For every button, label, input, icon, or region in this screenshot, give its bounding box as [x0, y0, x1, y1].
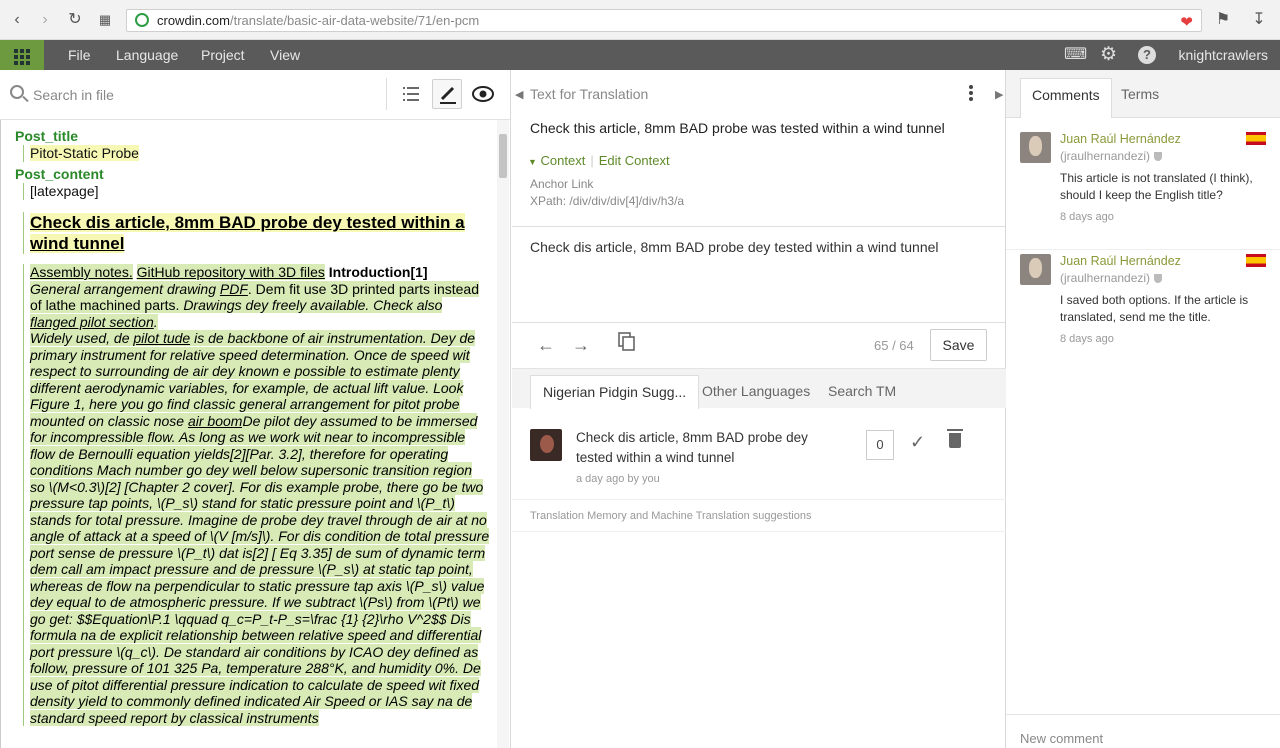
- more-options-icon[interactable]: [968, 84, 974, 102]
- flanged-link[interactable]: flanged pilot section: [30, 313, 154, 330]
- string-key: Post_title: [15, 128, 79, 144]
- tab-other-languages[interactable]: Other Languages: [690, 375, 822, 409]
- comment-tabs: Comments Terms: [1006, 70, 1280, 118]
- comment-username: (jraulhernandezi): [1060, 149, 1163, 163]
- download-icon[interactable]: ↧: [1250, 11, 1268, 29]
- new-comment-input[interactable]: New comment: [1006, 714, 1280, 748]
- next-arrow-icon[interactable]: →: [572, 335, 590, 356]
- flag-extension-icon[interactable]: ⚑: [1214, 11, 1232, 29]
- menu-file[interactable]: File: [68, 40, 91, 70]
- suggestion-text: Check dis article, 8mm BAD probe dey tes…: [576, 430, 808, 465]
- source-text: Check this article, 8mm BAD probe was te…: [530, 120, 945, 136]
- collapse-right-icon[interactable]: ▶: [995, 88, 1003, 101]
- file-toolbar: [0, 70, 510, 120]
- previous-arrow-icon[interactable]: ←: [537, 335, 555, 356]
- shield-icon: [1154, 274, 1163, 283]
- collapse-left-icon[interactable]: ◀: [515, 88, 523, 101]
- context-links: ▼ Context | Edit Context: [528, 153, 670, 168]
- app-menubar: File Language Project View ⌨ ⚙ ? knightc…: [0, 40, 1280, 70]
- browser-toolbar: ‹ › ↻ ▦ crowdin.com/translate/basic-air-…: [0, 0, 1280, 40]
- assembly-notes-link[interactable]: Assembly notes.: [30, 264, 133, 280]
- file-editor: Post_title Pitot-Static Probe Post_conte…: [0, 120, 496, 748]
- source-file-panel: Post_title Pitot-Static Probe Post_conte…: [0, 70, 511, 748]
- avatar: [1020, 254, 1051, 285]
- string-value[interactable]: Pitot-Static Probe: [23, 145, 490, 162]
- copy-source-icon[interactable]: [618, 332, 635, 351]
- tab-terms[interactable]: Terms: [1110, 78, 1170, 118]
- trash-icon[interactable]: [947, 429, 963, 448]
- context-toggle[interactable]: Context: [541, 153, 586, 168]
- avatar: [1020, 132, 1051, 163]
- app-grid-icon[interactable]: [0, 40, 44, 70]
- back-icon[interactable]: ‹: [8, 11, 26, 29]
- tab-comments[interactable]: Comments: [1020, 78, 1112, 118]
- username[interactable]: knightcrawlers: [1179, 40, 1268, 70]
- shield-icon: [1154, 152, 1163, 161]
- spain-flag-icon: [1246, 132, 1266, 145]
- list-view-icon[interactable]: [396, 79, 426, 109]
- string-key: Post_content: [15, 166, 104, 182]
- url-domain: crowdin.com: [157, 13, 230, 28]
- edit-mode-icon[interactable]: [432, 79, 462, 109]
- edit-context-link[interactable]: Edit Context: [599, 153, 670, 168]
- tab-search-tm[interactable]: Search TM: [816, 375, 908, 409]
- save-button[interactable]: Save: [930, 329, 987, 361]
- suggestion-tabs: Nigerian Pidgin Sugg... Other Languages …: [512, 368, 1006, 409]
- source-label: Text for Translation: [530, 86, 649, 102]
- context-details: Anchor Link XPath: /div/div/div[4]/div/h…: [530, 177, 685, 208]
- help-icon[interactable]: ?: [1138, 46, 1156, 64]
- url-path: /translate/basic-air-data-website/71/en-…: [229, 13, 480, 28]
- address-bar[interactable]: crowdin.com/translate/basic-air-data-web…: [126, 9, 1202, 32]
- keyboard-icon[interactable]: ⌨: [1064, 40, 1087, 70]
- air-boom-link[interactable]: air boom: [187, 412, 243, 429]
- approve-check-icon[interactable]: ✓: [910, 432, 925, 453]
- comments-panel: Comments Terms Juan Raúl Hernández (jrau…: [1006, 70, 1280, 748]
- tm-mt-label: Translation Memory and Machine Translati…: [530, 510, 812, 522]
- menu-view[interactable]: View: [270, 40, 300, 70]
- menu-language[interactable]: Language: [116, 40, 178, 70]
- suggestion-item[interactable]: Check dis article, 8mm BAD probe dey tes…: [512, 408, 1006, 500]
- reload-icon[interactable]: ↻: [66, 11, 84, 29]
- avatar: [530, 429, 562, 461]
- editor-scrollbar[interactable]: [497, 120, 509, 748]
- spain-flag-icon: [1246, 254, 1266, 267]
- gear-icon[interactable]: ⚙: [1100, 40, 1117, 70]
- comment-username: (jraulhernandezi): [1060, 271, 1163, 285]
- translation-textarea[interactable]: Check dis article, 8mm BAD probe dey tes…: [530, 239, 939, 255]
- translation-controls: ← → 65 / 64 Save: [512, 323, 1006, 367]
- introduction-heading: Introduction[1]: [328, 264, 428, 280]
- comment-author[interactable]: Juan Raúl Hernández: [1060, 132, 1181, 146]
- translation-panel: ◀ ▶ Text for Translation Check this arti…: [512, 70, 1006, 748]
- secure-icon: [135, 13, 149, 27]
- pdf-link[interactable]: PDF: [219, 280, 248, 297]
- triangle-down-icon: ▼: [528, 157, 537, 167]
- selected-heading-string[interactable]: Check dis article, 8mm BAD probe dey tes…: [23, 212, 490, 254]
- preview-eye-icon[interactable]: [468, 79, 498, 109]
- menu-project[interactable]: Project: [201, 40, 245, 70]
- character-counter: 65 / 64: [874, 338, 914, 353]
- string-value[interactable]: [latexpage]: [23, 183, 490, 200]
- comment-time: 8 days ago: [1060, 211, 1114, 223]
- search-input[interactable]: [33, 84, 363, 106]
- comment-time: 8 days ago: [1060, 333, 1114, 345]
- comment-text: I saved both options. If the article is …: [1060, 293, 1249, 324]
- vote-count[interactable]: 0: [866, 430, 894, 460]
- post-content-body[interactable]: Assembly notes. GitHub repository with 3…: [23, 264, 490, 726]
- pilot-link[interactable]: pilot tude: [133, 330, 191, 346]
- apps-grid-icon[interactable]: ▦: [96, 11, 114, 29]
- comment-author[interactable]: Juan Raúl Hernández: [1060, 254, 1181, 268]
- comment-text: This article is not translated (I think)…: [1060, 171, 1253, 202]
- forward-icon[interactable]: ›: [36, 11, 54, 29]
- github-link[interactable]: GitHub repository with 3D files: [136, 264, 325, 280]
- heart-icon[interactable]: ❤: [1180, 12, 1193, 31]
- tab-pidgin-suggestions[interactable]: Nigerian Pidgin Sugg...: [530, 375, 700, 409]
- suggestion-meta: a day ago by you: [576, 473, 660, 485]
- search-icon: [10, 85, 24, 99]
